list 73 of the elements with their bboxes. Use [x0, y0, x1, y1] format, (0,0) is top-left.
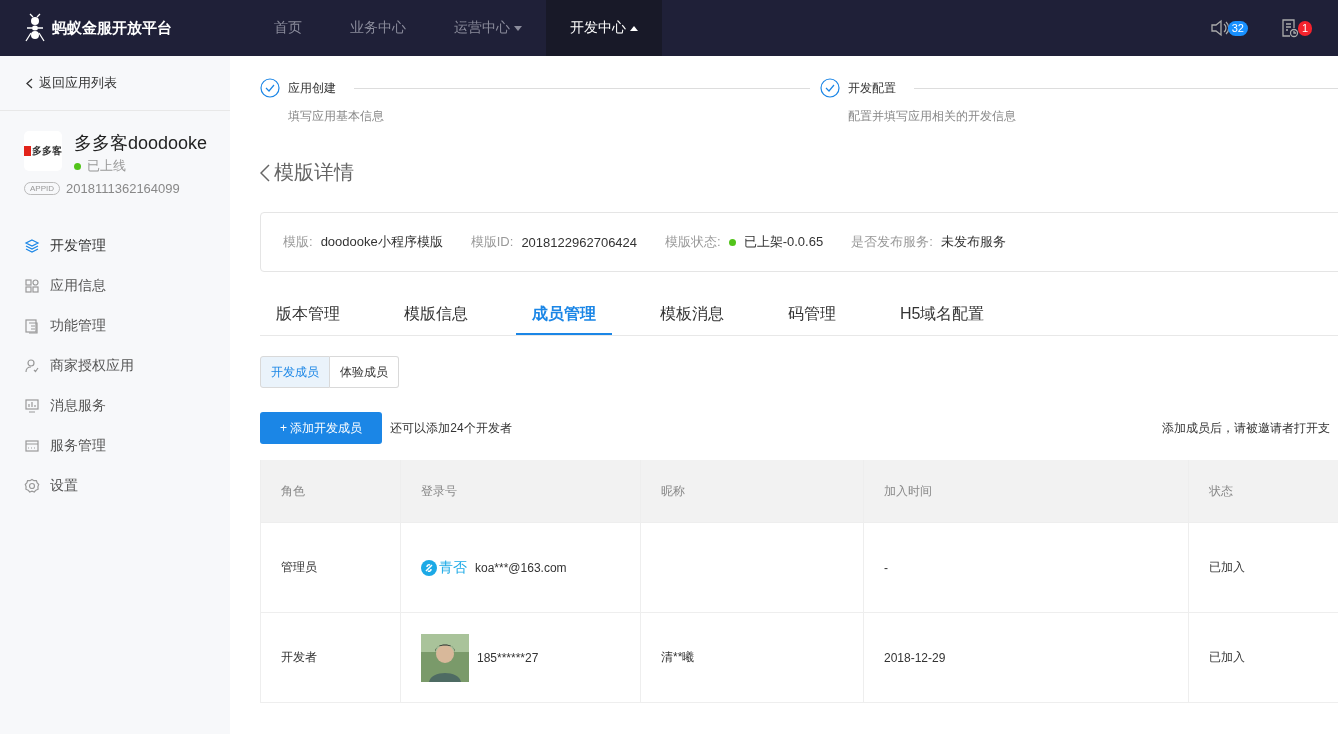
- sidebar-item[interactable]: 应用信息: [0, 266, 230, 306]
- app-name: 多多客doodooke: [74, 132, 208, 155]
- tab[interactable]: H5域名配置: [884, 304, 1001, 335]
- table-cell: -: [864, 523, 1189, 612]
- nav-tab[interactable]: 业务中心: [326, 0, 430, 56]
- step-description: 填写应用基本信息: [288, 108, 385, 125]
- column-header: 状态: [1189, 460, 1338, 522]
- tab[interactable]: 码管理: [772, 304, 852, 335]
- info-label: 是否发布服务:: [851, 233, 933, 251]
- segment-tab[interactable]: 体验成员: [330, 356, 399, 388]
- tab[interactable]: 模板消息: [644, 304, 740, 335]
- count-badge: 32: [1227, 20, 1248, 36]
- grid-icon: [24, 278, 40, 294]
- sidebar-item[interactable]: 开发管理: [0, 226, 230, 266]
- tab[interactable]: 模版信息: [388, 304, 484, 335]
- sidebar-item[interactable]: 服务管理: [0, 426, 230, 466]
- login-text: 185******27: [477, 650, 539, 665]
- login-text: koa***@163.com: [475, 560, 567, 575]
- nav-tab[interactable]: 开发中心: [546, 0, 662, 56]
- settings-icon: [24, 478, 40, 494]
- column-header: 昵称: [641, 460, 864, 522]
- ant-logo-icon: [24, 13, 46, 43]
- segment-tab[interactable]: 开发成员: [260, 356, 330, 388]
- nav-tab[interactable]: 运营中心: [430, 0, 546, 56]
- add-member-button[interactable]: + 添加开发成员: [260, 412, 383, 444]
- step-title: 开发配置: [848, 79, 896, 97]
- count-badge: 1: [1297, 20, 1312, 36]
- column-header: 加入时间: [864, 460, 1189, 522]
- column-header: 登录号: [401, 460, 641, 522]
- document-clock-icon[interactable]: [1279, 18, 1300, 38]
- chevron-left-icon: [260, 163, 270, 182]
- sidebar-item[interactable]: 消息服务: [0, 386, 230, 426]
- brand-name: 蚂蚁金服开放平台: [52, 18, 172, 38]
- check-circle-icon: [260, 78, 280, 98]
- info-value: doodooke小程序模版: [320, 233, 443, 251]
- quota-text: 还可以添加24个开发者: [390, 419, 512, 437]
- back-link[interactable]: 返回应用列表: [0, 56, 230, 111]
- status-dot: [74, 162, 81, 170]
- page-title[interactable]: 模版详情: [260, 159, 1338, 186]
- card-icon: [24, 438, 40, 454]
- app-id: 2018111362164099: [66, 181, 180, 196]
- info-value: 已上架-0.0.65: [743, 233, 824, 251]
- brand-logo: 青否: [421, 558, 467, 577]
- sidebar-item[interactable]: 设置: [0, 466, 230, 506]
- document-icon: [24, 318, 40, 334]
- info-value: 未发布服务: [940, 233, 1006, 251]
- hint-text: 添加成员后，请被邀请者打开支: [1162, 419, 1330, 437]
- step-description: 配置并填写应用相关的开发信息: [848, 108, 1017, 125]
- table-cell: 清**曦: [641, 613, 864, 702]
- table-cell: 已加入: [1189, 523, 1338, 612]
- user-icon: [24, 358, 40, 374]
- tab[interactable]: 版本管理: [260, 304, 356, 335]
- step-title: 应用创建: [288, 79, 336, 97]
- chevron-left-icon: [26, 77, 33, 89]
- info-label: 模版ID:: [470, 233, 514, 251]
- layers-icon: [24, 238, 40, 254]
- table-cell: 已加入: [1189, 613, 1338, 702]
- info-label: 模版状态:: [665, 233, 721, 251]
- monitor-icon: [24, 398, 40, 414]
- app-status: 已上线: [87, 157, 126, 175]
- table-cell: 管理员: [261, 523, 401, 612]
- check-circle-icon: [820, 78, 840, 98]
- speaker-icon[interactable]: [1209, 19, 1230, 37]
- info-label: 模版:: [283, 233, 313, 251]
- app-logo: 多多客: [24, 131, 62, 171]
- info-value: 2018122962706424: [521, 234, 638, 250]
- column-header: 角色: [261, 460, 401, 522]
- table-cell: 2018-12-29: [864, 613, 1189, 702]
- nav-tab[interactable]: 首页: [250, 0, 326, 56]
- table-cell: 开发者: [261, 613, 401, 702]
- tab[interactable]: 成员管理: [516, 304, 612, 335]
- sidebar-item[interactable]: 商家授权应用: [0, 346, 230, 386]
- sidebar-item[interactable]: 功能管理: [0, 306, 230, 346]
